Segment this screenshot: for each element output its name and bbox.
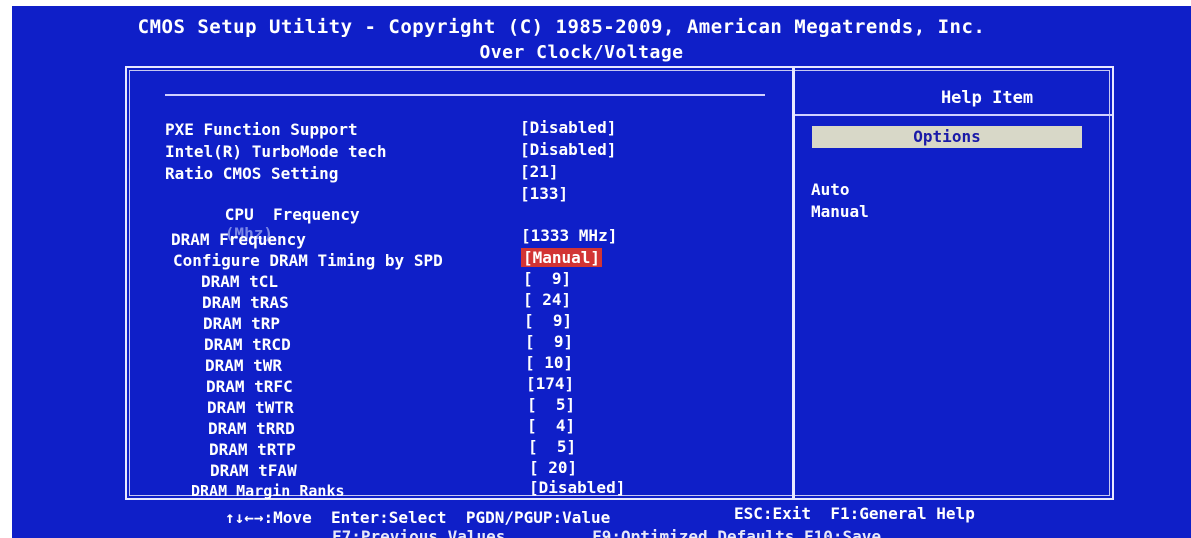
settings-frame: PXE Function Support [Disabled] Intel(R)… (125, 66, 1114, 500)
setting-dram-margin-ranks-value[interactable]: [Disabled] (529, 478, 625, 497)
bios-screen: CMOS Setup Utility - Copyright (C) 1985-… (12, 6, 1191, 538)
setting-dram-trcd-value[interactable]: [ 9] (525, 332, 573, 351)
options-header: Options (812, 126, 1082, 148)
panel-divider (792, 68, 795, 498)
footer-nav-hints: ↑↓←→:Move Enter:Select PGDN/PGUP:Value (225, 508, 611, 527)
setting-dram-trrd-value[interactable]: [ 4] (527, 416, 575, 435)
setting-dram-tras-label: DRAM tRAS (202, 293, 289, 312)
cpu-frequency-text: CPU Frequency (224, 205, 360, 224)
footer-function-keys: F7:Previous Values F9:Optimized Defaults… (332, 527, 882, 538)
setting-dram-tfaw-value[interactable]: [ 20] (529, 458, 577, 477)
setting-dram-trrd-label: DRAM tRRD (208, 419, 295, 438)
setting-dram-timing-spd-value[interactable]: [Manual] (521, 248, 603, 267)
setting-dram-trtp-value[interactable]: [ 5] (528, 437, 576, 456)
setting-dram-margin-ranks-label: DRAM Margin Ranks (191, 482, 345, 500)
setting-dram-frequency-value[interactable]: [1333 MHz] (521, 226, 617, 245)
setting-ratio-label: Ratio CMOS Setting (165, 164, 339, 183)
help-divider (795, 114, 1112, 116)
setting-cpu-frequency-value[interactable]: [133] (520, 184, 568, 203)
setting-ratio-value[interactable]: [21] (520, 162, 559, 181)
section-divider (165, 94, 765, 96)
setting-pxe-value[interactable]: [Disabled] (520, 118, 616, 137)
setting-dram-trfc-label: DRAM tRFC (206, 377, 293, 396)
utility-title: CMOS Setup Utility - Copyright (C) 1985-… (137, 16, 986, 38)
page-title: Over Clock/Voltage (479, 42, 684, 63)
setting-dram-trp-label: DRAM tRP (203, 314, 281, 333)
setting-dram-tras-value[interactable]: [ 24] (523, 290, 571, 309)
setting-dram-timing-spd-label: Configure DRAM Timing by SPD (173, 251, 443, 270)
setting-dram-trp-value[interactable]: [ 9] (524, 311, 572, 330)
setting-dram-tcl-value[interactable]: [ 9] (523, 269, 571, 288)
setting-turbomode-value[interactable]: [Disabled] (520, 140, 616, 159)
option-manual[interactable]: Manual (811, 202, 869, 221)
setting-turbomode-label: Intel(R) TurboMode tech (165, 142, 387, 161)
help-panel-title: Help Item (940, 88, 1034, 108)
setting-dram-frequency-label: DRAM Frequency (171, 230, 306, 249)
setting-dram-twtr-label: DRAM tWTR (207, 398, 294, 417)
setting-dram-trtp-label: DRAM tRTP (209, 440, 296, 459)
setting-dram-trcd-label: DRAM tRCD (204, 335, 291, 354)
setting-dram-twr-label: DRAM tWR (205, 356, 283, 375)
setting-dram-tfaw-label: DRAM tFAW (210, 461, 297, 480)
setting-dram-twr-value[interactable]: [ 10] (525, 353, 573, 372)
footer-key-hints: ESC:Exit F1:General Help (734, 504, 975, 523)
option-auto[interactable]: Auto (811, 180, 850, 199)
setting-pxe-label: PXE Function Support (165, 120, 358, 139)
setting-dram-trfc-value[interactable]: [174] (526, 374, 574, 393)
setting-dram-tcl-label: DRAM tCL (201, 272, 279, 291)
setting-dram-twtr-value[interactable]: [ 5] (527, 395, 575, 414)
